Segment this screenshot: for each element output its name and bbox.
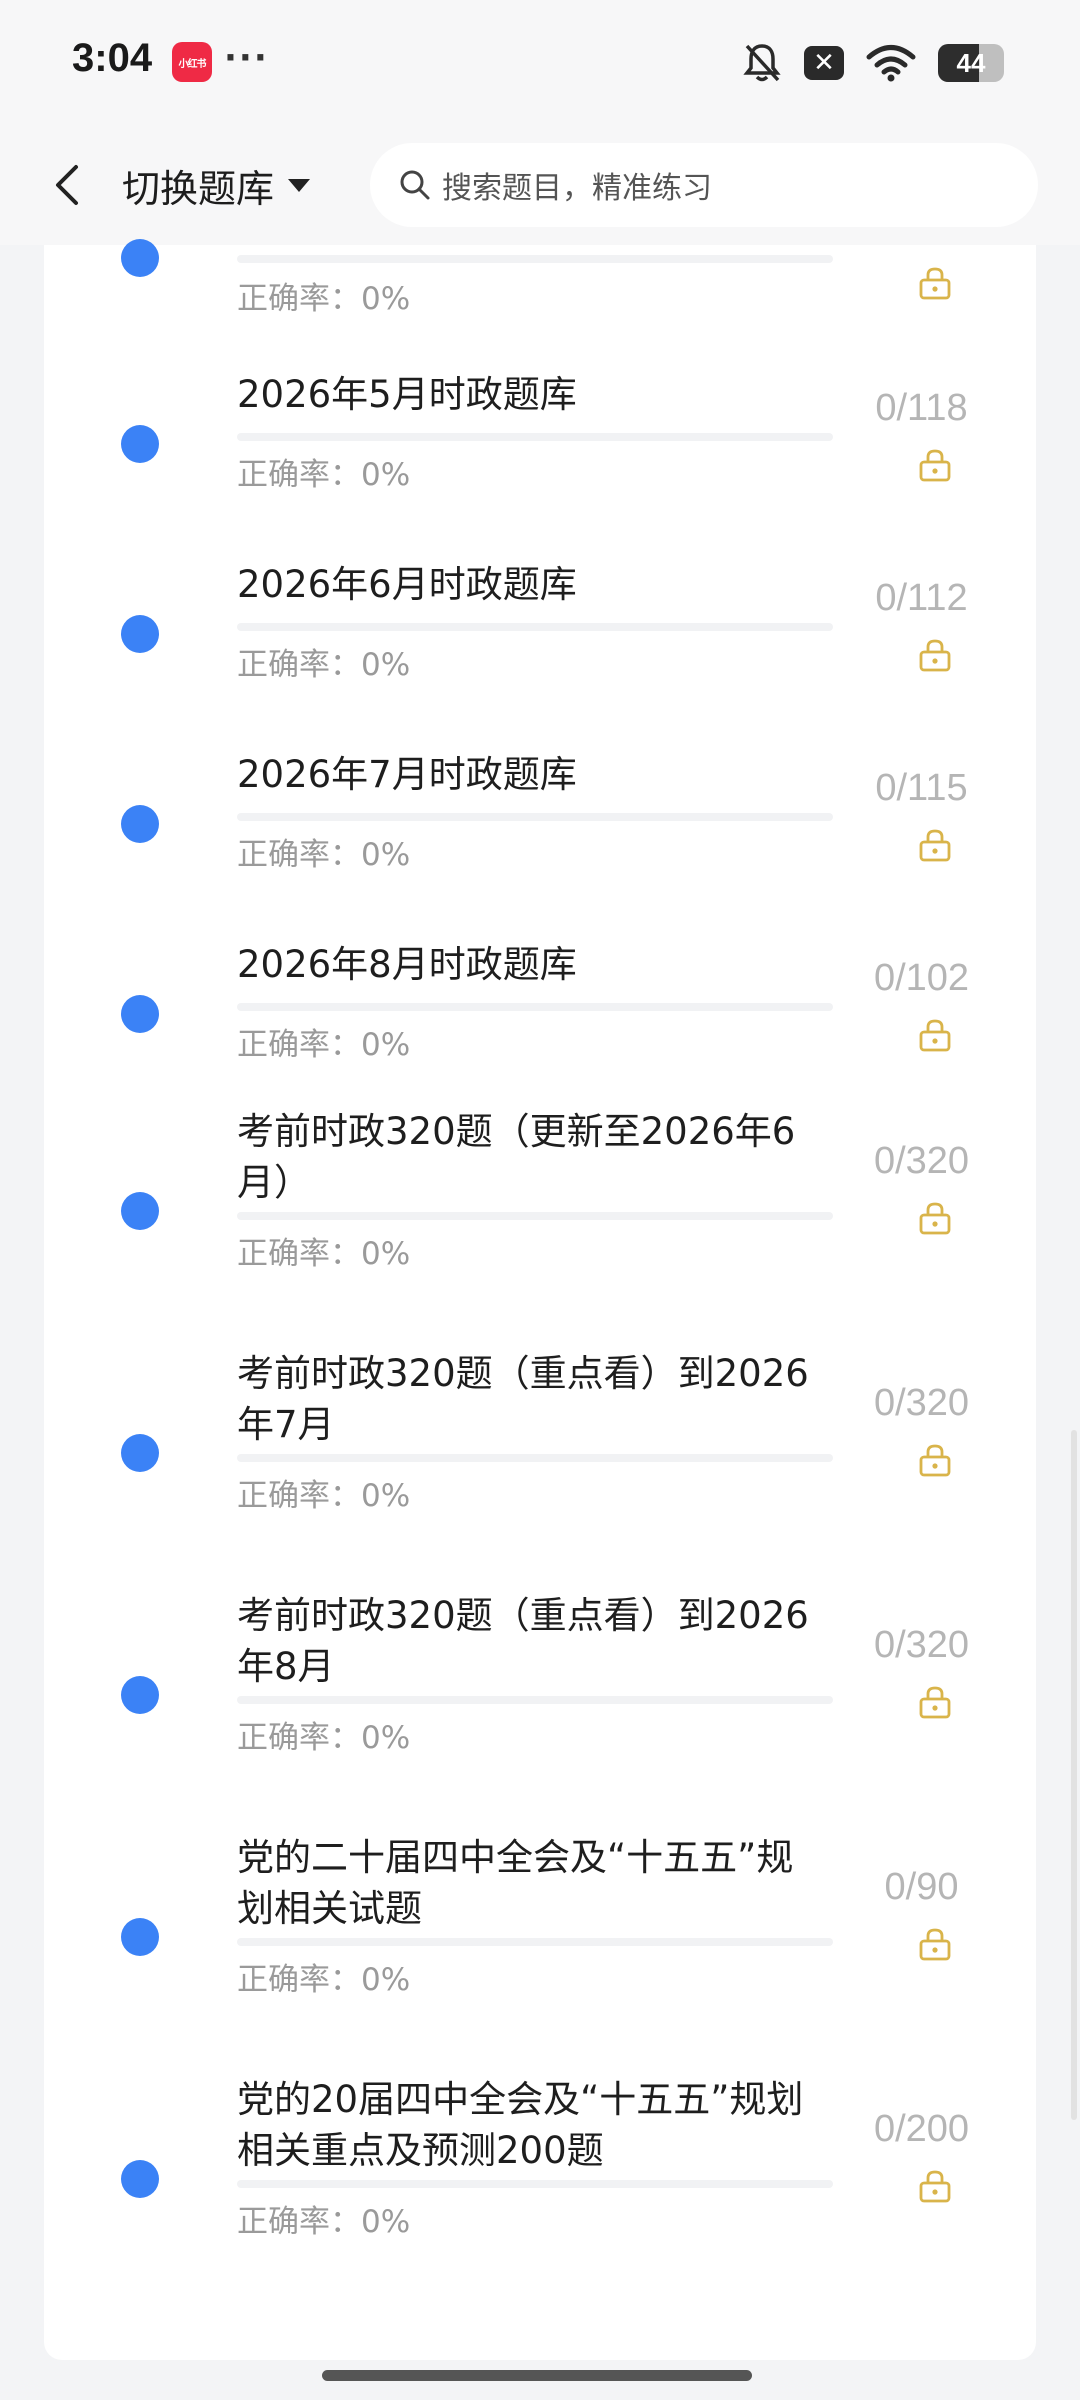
status-dot (121, 239, 159, 277)
question-bank-item[interactable]: 考前时政320题（重点看）到2026年7月正确率：0% 0/320 (44, 1352, 1036, 1552)
accuracy-text: 正确率：0% (237, 1236, 411, 1272)
battery-icon: 44 (938, 44, 1004, 82)
status-dot (121, 995, 159, 1033)
question-count: 0/320 (873, 1140, 970, 1182)
bell-muted-icon (743, 44, 781, 82)
lock-icon (917, 265, 953, 301)
app-notification-icon: 小红书 (172, 42, 212, 82)
item-title: 考前时政320题（重点看）到2026年7月 (237, 1352, 809, 1446)
status-dot (121, 2160, 159, 2198)
question-bank-item[interactable]: 考前时政320题（重点看）到2026年8月正确率：0% 0/320 (44, 1594, 1036, 1794)
status-dot (121, 1434, 159, 1472)
question-bank-item[interactable]: 党的20届四中全会及“十五五”规划相关重点及预测200题正确率：0% 0/200 (44, 2078, 1036, 2278)
status-dot (121, 1192, 159, 1230)
accuracy-text: 正确率：0% (237, 1478, 411, 1514)
progress-bar (237, 1003, 833, 1011)
question-count: 0/118 (875, 387, 968, 429)
accuracy-text: 正确率：0% (237, 457, 411, 493)
lock-icon (917, 1442, 953, 1478)
item-title: 考前时政320题（重点看）到2026年8月 (237, 1594, 809, 1688)
status-bar: 3:04 小红书 ··· ✕ 44 (0, 0, 1080, 125)
lock-icon (917, 1926, 953, 1962)
wifi-icon (866, 45, 916, 82)
more-notifications-icon: ··· (224, 38, 269, 78)
item-title: 2026年7月时政题库 (237, 753, 577, 796)
progress-bar (237, 1454, 833, 1462)
item-title: 考前时政320题（更新至2026年6月） (237, 1110, 796, 1204)
accuracy-text: 正确率：0% (237, 837, 411, 873)
system-icons: ✕ 44 (742, 40, 1004, 86)
question-count: 0/200 (873, 2108, 970, 2150)
progress-bar (237, 255, 833, 263)
progress-bar (237, 813, 833, 821)
progress-bar (237, 2180, 833, 2188)
lock-icon (917, 2168, 953, 2204)
question-count: 0/320 (873, 1624, 970, 1666)
question-bank-item[interactable]: 考前时政320题（更新至2026年6月） 正确率：0% 0/320 (44, 1110, 1036, 1310)
search-input[interactable]: 搜索题目，精准练习 (370, 143, 1038, 227)
switch-bank-label: 切换题库 (122, 166, 275, 211)
status-dot (121, 425, 159, 463)
search-placeholder: 搜索题目，精准练习 (442, 171, 712, 206)
lock-icon (917, 637, 953, 673)
accuracy-text: 正确率：0% (237, 2204, 411, 2240)
question-bank-item[interactable]: 党的二十届四中全会及“十五五”规划相关试题正确率：0% 0/90 (44, 1836, 1036, 2036)
question-bank-item[interactable]: 2026年8月时政题库正确率：0% 0/102 (44, 943, 1036, 1125)
status-dot (121, 1918, 159, 1956)
lock-icon (917, 827, 953, 863)
question-count: 0/320 (873, 1382, 970, 1424)
chevron-left-icon (56, 165, 78, 205)
progress-bar (237, 1938, 833, 1946)
scrollbar[interactable] (1071, 1430, 1077, 2120)
status-dot (121, 615, 159, 653)
progress-bar (237, 433, 833, 441)
accuracy-text: 正确率：0% (237, 281, 411, 317)
lock-icon (917, 1684, 953, 1720)
question-count: 0/102 (873, 957, 970, 999)
accuracy-text: 正确率：0% (237, 1027, 411, 1063)
progress-bar (237, 1696, 833, 1704)
question-count: 0/90 (884, 1866, 959, 1908)
caret-down-icon (288, 179, 311, 192)
close-box-icon: ✕ (804, 46, 844, 80)
lock-icon (917, 1200, 953, 1236)
question-bank-list: 正确率：0% 2026年5月时政题库 正确率：0% 0/118 2026年6月时政题… (44, 239, 1036, 2360)
item-title: 党的二十届四中全会及“十五五”规划相关试题 (237, 1836, 794, 1930)
item-title: 2026年8月时政题库 (237, 943, 577, 986)
question-count: 0/112 (875, 577, 968, 619)
item-title: 2026年6月时政题库 (237, 563, 577, 606)
progress-bar (237, 623, 833, 631)
status-dot (121, 1676, 159, 1714)
progress-bar (237, 1212, 833, 1220)
question-bank-item[interactable]: 2026年7月时政题库正确率：0% 0/115 (44, 753, 1036, 935)
switch-question-bank-button[interactable]: 切换题库 (122, 155, 312, 215)
lock-icon (917, 447, 953, 483)
search-icon (400, 170, 430, 200)
accuracy-text: 正确率：0% (237, 647, 411, 683)
accuracy-text: 正确率：0% (237, 1962, 411, 1998)
question-bank-item[interactable]: 2026年6月时政题库正确率：0% 0/112 (44, 563, 1036, 745)
item-title: 2026年5月时政题库 (237, 373, 577, 416)
top-bar: 切换题库 搜索题目，精准练习 (0, 125, 1080, 245)
home-indicator[interactable] (322, 2370, 752, 2381)
question-count: 0/115 (875, 767, 968, 809)
accuracy-text: 正确率：0% (237, 1720, 411, 1756)
status-dot (121, 805, 159, 843)
back-button[interactable] (36, 153, 100, 217)
question-bank-item[interactable]: 2026年5月时政题库正确率：0% 0/118 (44, 373, 1036, 555)
status-time: 3:04 (72, 36, 153, 80)
lock-icon (917, 1017, 953, 1053)
item-title: 党的20届四中全会及“十五五”规划相关重点及预测200题 (237, 2078, 804, 2172)
